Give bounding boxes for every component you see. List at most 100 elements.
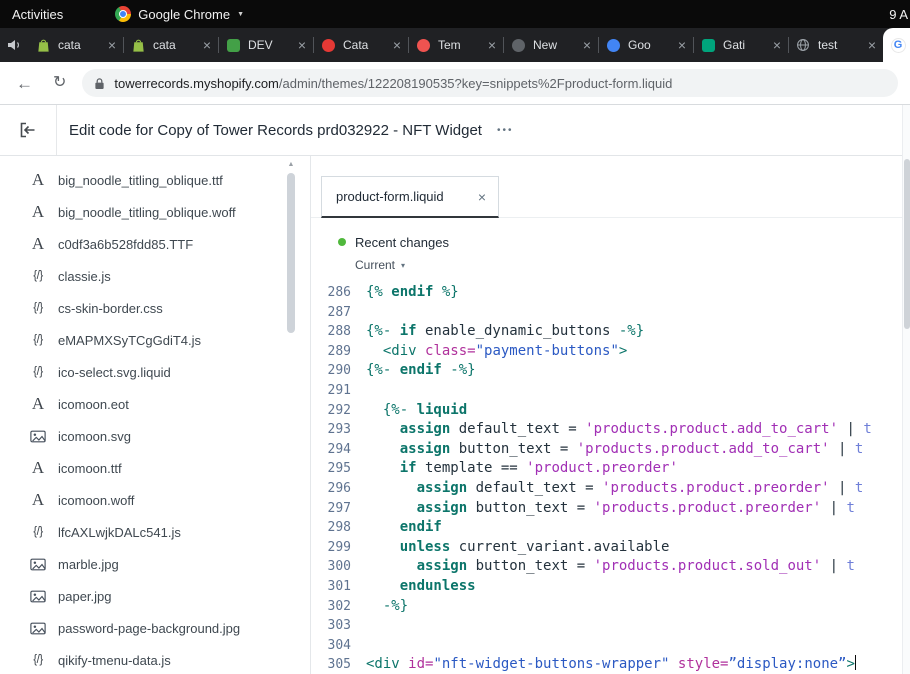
file-item[interactable]: {/} eMAPMXSyTCgGdiT4.js <box>0 324 310 356</box>
code-line[interactable]: 295 if template == 'product.preorder' <box>311 459 902 479</box>
code-text: assign button_text = 'products.product.p… <box>351 499 855 519</box>
code-line[interactable]: 289 <div class="payment-buttons"> <box>311 342 902 362</box>
browser-tabs: cata×cata×DEV×Cata×Tem×New×Goo×Gati×test… <box>28 28 910 62</box>
tab-close-icon[interactable]: × <box>108 38 116 52</box>
browser-tab[interactable]: cata× <box>28 28 123 62</box>
more-actions-button[interactable]: ••• <box>497 125 514 136</box>
line-number: 305 <box>311 655 351 674</box>
file-name: icomoon.svg <box>58 429 131 444</box>
file-name: icomoon.eot <box>58 397 129 412</box>
browser-tab[interactable]: test× <box>788 28 883 62</box>
text-cursor <box>855 655 857 670</box>
code-text: assign default_text = 'products.product.… <box>351 479 863 499</box>
url-bar[interactable]: towerrecords.myshopify.com/admin/themes/… <box>82 69 898 97</box>
tab-close-icon[interactable]: × <box>583 38 591 52</box>
scrollbar-thumb[interactable] <box>287 173 295 333</box>
reload-button[interactable]: ↻ <box>53 75 66 91</box>
line-number: 294 <box>311 440 351 460</box>
file-item[interactable]: Abig_noodle_titling_oblique.woff <box>0 196 310 228</box>
code-text: {%- liquid <box>351 401 467 421</box>
tab-close-icon[interactable]: × <box>773 38 781 52</box>
caret-down-icon: ▾ <box>401 261 405 270</box>
code-line[interactable]: 303 <box>311 616 902 636</box>
code-line[interactable]: 305<div id="nft-widget-buttons-wrapper" … <box>311 655 902 674</box>
file-item[interactable]: Aicomoon.eot <box>0 388 310 420</box>
pink-circle-icon <box>415 37 431 53</box>
browser-tab[interactable]: Gati× <box>693 28 788 62</box>
file-item[interactable]: {/}lfcAXLwjkDALc541.js <box>0 516 310 548</box>
code-line[interactable]: 290{%- endif -%} <box>311 361 902 381</box>
code-icon: {/} <box>28 302 48 314</box>
code-line[interactable]: 304 <box>311 636 902 656</box>
file-item[interactable]: paper.jpg <box>0 580 310 612</box>
browser-tab[interactable]: New× <box>503 28 598 62</box>
editor-file-tab[interactable]: product-form.liquid × <box>321 176 499 218</box>
app-menu[interactable]: Google Chrome ▼ <box>115 6 244 22</box>
tab-title: Goo <box>628 38 675 52</box>
tab-close-icon[interactable]: × <box>298 38 306 52</box>
activities-button[interactable]: Activities <box>12 7 63 22</box>
code-line[interactable]: 291 <box>311 381 902 401</box>
code-line[interactable]: 300 assign button_text = 'products.produ… <box>311 557 902 577</box>
close-tab-icon[interactable]: × <box>478 190 486 204</box>
code-line[interactable]: 287 <box>311 303 902 323</box>
code-line[interactable]: 288{%- if enable_dynamic_buttons -%} <box>311 322 902 342</box>
file-name: ico-select.svg.liquid <box>58 365 171 380</box>
browser-tab[interactable]: G <box>883 28 910 62</box>
code-text: {% endif %} <box>351 283 459 303</box>
tab-close-icon[interactable]: × <box>393 38 401 52</box>
browser-tab[interactable]: Cata× <box>313 28 408 62</box>
tab-close-icon[interactable]: × <box>678 38 686 52</box>
page-scrollbar[interactable] <box>902 105 910 674</box>
code-text: -%} <box>351 597 408 617</box>
code-line[interactable]: 302 -%} <box>311 597 902 617</box>
lock-icon[interactable] <box>94 77 105 90</box>
code-line[interactable]: 292 {%- liquid <box>311 401 902 421</box>
tab-close-icon[interactable]: × <box>488 38 496 52</box>
code-line[interactable]: 286{% endif %} <box>311 283 902 303</box>
browser-tab[interactable]: Tem× <box>408 28 503 62</box>
file-item[interactable]: Abig_noodle_titling_oblique.ttf <box>0 164 310 196</box>
file-item[interactable]: {/}cs-skin-border.css <box>0 292 310 324</box>
code-line[interactable]: 293 assign default_text = 'products.prod… <box>311 420 902 440</box>
editor-tab-bar: product-form.liquid × <box>311 156 902 218</box>
code-line[interactable]: 299 unless current_variant.available <box>311 538 902 558</box>
sidebar-scrollbar[interactable]: ▲ <box>284 156 298 674</box>
code-line[interactable]: 298 endif <box>311 518 902 538</box>
line-number: 296 <box>311 479 351 499</box>
file-sidebar: Abig_noodle_titling_oblique.ttfAbig_nood… <box>0 156 310 674</box>
line-number: 300 <box>311 557 351 577</box>
code-line[interactable]: 301 endunless <box>311 577 902 597</box>
font-icon: A <box>28 458 48 478</box>
browser-tab[interactable]: cata× <box>123 28 218 62</box>
font-icon: A <box>28 394 48 414</box>
tab-close-icon[interactable]: × <box>203 38 211 52</box>
code-line[interactable]: 297 assign button_text = 'products.produ… <box>311 499 902 519</box>
line-number: 298 <box>311 518 351 538</box>
code-icon: {/} <box>28 334 48 346</box>
version-dropdown[interactable]: Current ▾ <box>355 258 902 272</box>
file-item[interactable]: Aicomoon.ttf <box>0 452 310 484</box>
file-item[interactable]: icomoon.svg <box>0 420 310 452</box>
file-item[interactable]: Ac0df3a6b528fdd85.TTF <box>0 228 310 260</box>
file-item[interactable]: {/}qikify-tmenu-data.js <box>0 644 310 674</box>
file-item[interactable]: {/}ico-select.svg.liquid <box>0 356 310 388</box>
image-icon <box>28 558 48 571</box>
browser-tab-strip: cata×cata×DEV×Cata×Tem×New×Goo×Gati×test… <box>0 28 910 62</box>
back-button[interactable]: ← <box>16 75 33 92</box>
page-scrollbar-thumb[interactable] <box>904 159 910 329</box>
code-line[interactable]: 294 assign button_text = 'products.produ… <box>311 440 902 460</box>
file-item[interactable]: {/}classie.js <box>0 260 310 292</box>
code-text: assign button_text = 'products.product.s… <box>351 557 855 577</box>
line-number: 303 <box>311 616 351 636</box>
browser-tab[interactable]: Goo× <box>598 28 693 62</box>
tab-close-icon[interactable]: × <box>868 38 876 52</box>
code-line[interactable]: 296 assign default_text = 'products.prod… <box>311 479 902 499</box>
file-item[interactable]: Aicomoon.woff <box>0 484 310 516</box>
file-item[interactable]: password-page-background.jpg <box>0 612 310 644</box>
browser-tab[interactable]: DEV× <box>218 28 313 62</box>
exit-editor-button[interactable] <box>0 105 57 155</box>
scroll-up-icon[interactable]: ▲ <box>284 156 298 168</box>
file-name: eMAPMXSyTCgGdiT4.js <box>58 333 201 348</box>
file-item[interactable]: marble.jpg <box>0 548 310 580</box>
